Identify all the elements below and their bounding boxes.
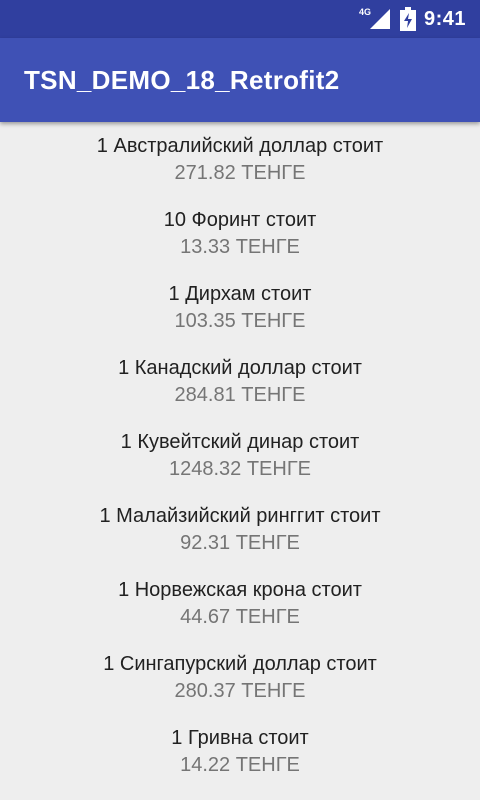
list-item[interactable]: 1 Сингапурский доллар стоит 280.37 ТЕНГЕ: [0, 640, 480, 714]
status-indicators: 4G 9:41: [359, 0, 466, 38]
rate-title: 1 Кувейтский динар стоит: [120, 431, 360, 453]
list-item[interactable]: 10 Форинт стоит 13.33 ТЕНГЕ: [0, 196, 480, 270]
signal-icon: [369, 9, 390, 29]
rate-value: 284.81 ТЕНГЕ: [174, 384, 306, 406]
rate-value: 44.67 ТЕНГЕ: [180, 606, 300, 628]
rate-title: 10 Форинт стоит: [163, 209, 317, 231]
rate-title: 1 Канадский доллар стоит: [118, 357, 362, 379]
app-title: TSN_DEMO_18_Retrofit2: [24, 65, 340, 95]
list-item[interactable]: 1 Кувейтский динар стоит 1248.32 ТЕНГЕ: [0, 418, 480, 492]
list-item[interactable]: 1 Малайзийский ринггит стоит 92.31 ТЕНГЕ: [0, 492, 480, 566]
rate-title: 1 Норвежская крона стоит: [118, 579, 362, 601]
rate-value: 92.31 ТЕНГЕ: [180, 532, 300, 554]
rate-value: 13.33 ТЕНГЕ: [180, 236, 300, 258]
network-type-label: 4G: [358, 7, 371, 17]
rate-value: 271.82 ТЕНГЕ: [174, 162, 306, 184]
rate-list[interactable]: 1 Австралийский доллар стоит 271.82 ТЕНГ…: [0, 122, 480, 800]
list-item[interactable]: 1 Дирхам стоит 103.35 ТЕНГЕ: [0, 270, 480, 344]
list-item[interactable]: 1 Гривна стоит 14.22 ТЕНГЕ: [0, 714, 480, 788]
rate-value: 103.35 ТЕНГЕ: [174, 310, 306, 332]
rate-value: 14.22 ТЕНГЕ: [180, 754, 300, 776]
battery-charging-icon: [399, 7, 416, 31]
rate-title: 1 Гривна стоит: [171, 727, 309, 749]
app-bar: TSN_DEMO_18_Retrofit2: [0, 38, 480, 122]
rate-value: 280.37 ТЕНГЕ: [174, 680, 306, 702]
list-item[interactable]: 1 Австралийский доллар стоит 271.82 ТЕНГ…: [0, 122, 480, 196]
rate-title: 1 Дирхам стоит: [168, 283, 312, 305]
status-bar: 4G 9:41: [0, 0, 480, 38]
list-item[interactable]: 1 Канадский доллар стоит 284.81 ТЕНГЕ: [0, 344, 480, 418]
clock: 9:41: [423, 7, 466, 30]
rate-title: 1 Сингапурский доллар стоит: [103, 653, 377, 675]
list-item[interactable]: 1 Норвежская крона стоит 44.67 ТЕНГЕ: [0, 566, 480, 640]
rate-title: 1 Австралийский доллар стоит: [96, 135, 384, 157]
rate-value: 1248.32 ТЕНГЕ: [168, 458, 312, 480]
rate-title: 1 Малайзийский ринггит стоит: [99, 505, 381, 527]
